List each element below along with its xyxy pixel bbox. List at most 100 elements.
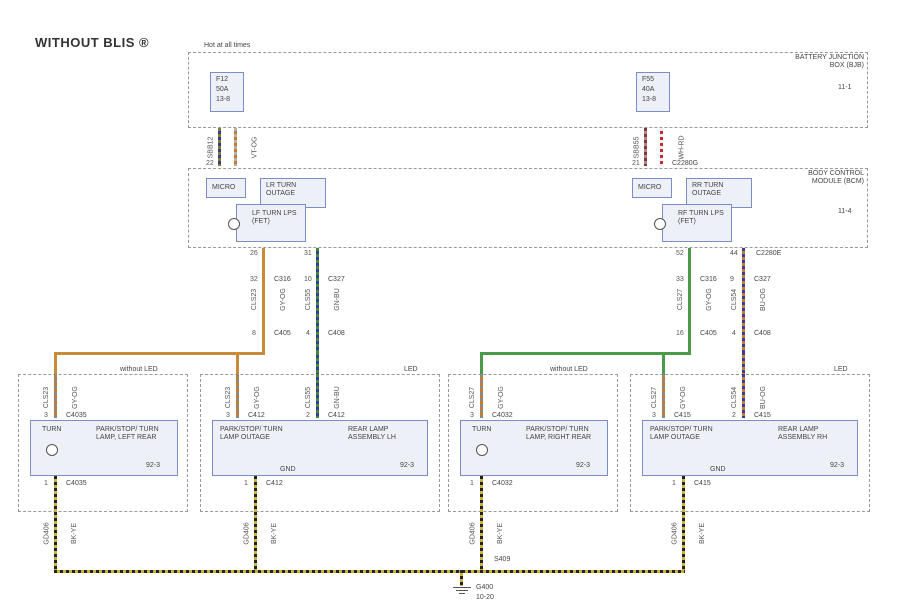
code-sbb55: SBB55 [633,137,640,159]
bcm-lr-turn-lbl: LR TURN OUTAGE [266,182,322,197]
ground-bus [54,570,685,573]
g2-gnd: GND [280,466,296,474]
g1-pin-in: 3 [44,412,48,419]
c327-b: C327 [328,276,345,284]
g3-in-col: GY-OG [498,386,505,409]
g3-lamp-icon [476,444,488,456]
g4-lin-code: CLS27 [651,387,658,408]
c408-b: C408 [328,330,345,338]
g1-out-col: BK-YE [71,523,78,544]
c405-c: C405 [700,330,717,338]
g1-inner-title: PARK/STOP/ TURN LAMP, LEFT REAR [96,426,174,441]
g4-left-title: PARK/STOP/ TURN LAMP OUTAGE [650,426,730,441]
bjb-ref: 11-1 [838,84,852,92]
g2-rin-conn: C412 [328,412,345,420]
pin-21: 21 [632,160,640,167]
code-whrd: WH-RD [679,135,686,159]
col-buog-d: BU-OG [760,288,767,311]
code-cls23: CLS23 [251,289,258,310]
g4-rin-code: CLS54 [731,387,738,408]
ground-node: G400 [476,584,493,592]
c2280e: C2280E [756,250,781,258]
pin-4-c408: 4 [306,330,310,337]
pin-33: 33 [676,276,684,283]
g3-frame-lbl: without LED [550,366,588,374]
g4-right-title: REAR LAMP ASSEMBLY RH [778,426,856,441]
g3-inner-title: PARK/STOP/ TURN LAMP, RIGHT REAR [526,426,604,441]
g2-lin-code: CLS23 [225,387,232,408]
g4-lin-wire [662,374,665,418]
fuse-f55-ref: 13-8 [642,96,656,104]
g3-inner-ref: 92-3 [576,462,590,470]
wire-sbb12 [218,128,221,166]
fuse-f12-ref: 13-8 [216,96,230,104]
pin-52: 52 [676,250,684,257]
g2-lin-wire [236,374,239,418]
g4-gnd: GND [710,466,726,474]
g2-lin-pin: 3 [226,412,230,419]
wire-26 [262,248,265,354]
wire-whrd [660,128,663,166]
pin-4-c408r: 4 [732,330,736,337]
code-vtog: VT-OG [251,137,258,159]
bcm-rr-turn-lbl: RR TURN OUTAGE [692,182,748,197]
bjb-name: BATTERY JUNCTION BOX (BJB) [788,54,864,69]
g3-conn-out: C4032 [492,480,513,488]
g1-in-col: GY-OG [72,386,79,409]
code-cls55: CLS55 [305,289,312,310]
c405-a: C405 [274,330,291,338]
g2-right-ref: 92-3 [400,462,414,470]
g3-out-col: BK-YE [497,523,504,544]
g2-right-title: REAR LAMP ASSEMBLY LH [348,426,426,441]
ground-drop [460,570,463,586]
g2-conn-out: C412 [266,480,283,488]
g1-out-code: GD406 [44,522,51,544]
wire-sbb55 [644,128,647,166]
conn-c2280g: C2280G [672,160,698,168]
col-gnbu-b: GN-BU [334,288,341,311]
fuse-f12-id: F12 [216,76,228,84]
g4-conn-out: C415 [694,480,711,488]
code-cls54: CLS54 [731,289,738,310]
g3-out-wire [480,476,483,572]
pin-8-c405: 8 [252,330,256,337]
g3-out-code: GD406 [470,522,477,544]
wire-44 [742,248,745,354]
fuse-f12-rating: 50A [216,86,228,94]
g4-out-col: BK-YE [699,523,706,544]
pin-26: 26 [250,250,258,257]
wire-vtog [234,128,237,166]
col-gyog-c: GY-OG [706,288,713,311]
g3-in-code: CLS27 [469,387,476,408]
g3-pin-in: 3 [470,412,474,419]
pin-22: 22 [206,160,214,167]
g4-out-wire [682,476,685,572]
g1-in-wire [54,374,57,418]
g2-out-wire [254,476,257,572]
g3-turn: TURN [472,426,491,434]
g2-rin-pin: 2 [306,412,310,419]
g4-right-ref: 92-3 [830,462,844,470]
g4-rin-col: BU-OG [760,386,767,409]
g2-lin-conn: C412 [248,412,265,420]
g4-lin-pin: 3 [652,412,656,419]
g4-rin-wire [742,374,745,418]
g2-out-code: GD406 [244,522,251,544]
g2-rin-wire [316,374,319,418]
g1-in-code: CLS23 [43,387,50,408]
code-cls27: CLS27 [677,289,684,310]
diagram-title: WITHOUT BLIS ® [35,35,149,50]
g4-rin-conn: C415 [754,412,771,420]
bcm-micro-r-lbl: MICRO [638,184,661,192]
bcm-rf-fet-lbl: RF TURN LPS (FET) [678,210,728,225]
lf-fet-icon [228,218,240,230]
bcm-lf-fet-lbl: LF TURN LPS (FET) [252,210,302,225]
g2-pin-out: 1 [244,480,248,487]
g1-turn: TURN [42,426,61,434]
g2-rin-col: GN-BU [334,386,341,409]
bcm-name: BODY CONTROL MODULE (BCM) [788,170,864,185]
g3-pin-out: 1 [470,480,474,487]
g2-frame-lbl: LED [404,366,418,374]
c327-d: C327 [754,276,771,284]
c408-d: C408 [754,330,771,338]
